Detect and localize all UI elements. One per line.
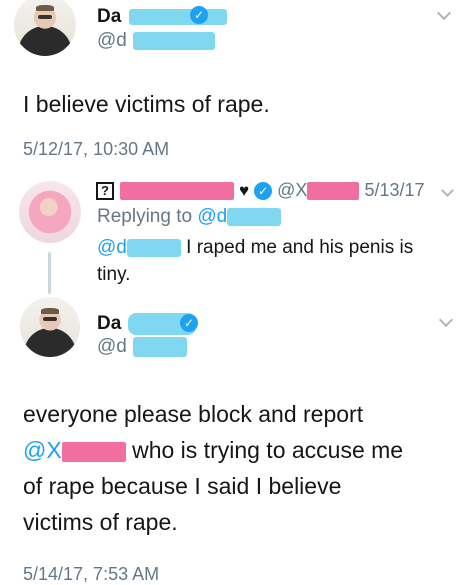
thread-line — [48, 252, 51, 294]
tweet-text-line1: everyone please block and report — [23, 401, 364, 427]
mention-link[interactable]: @X — [23, 437, 62, 463]
reply-text-line2: tiny. — [97, 264, 131, 285]
reply-handle[interactable]: @X — [277, 180, 364, 201]
avatar[interactable] — [19, 181, 81, 243]
user-name-text: Da — [97, 313, 122, 335]
tweet-text: everyone please block and report @X who … — [23, 396, 463, 540]
redaction-blue — [128, 8, 227, 25]
replying-to: Replying to @d — [97, 206, 282, 228]
verified-badge-icon: ✓ — [190, 6, 208, 24]
redaction-pink — [61, 441, 126, 462]
reply-text-line1: I raped me and his penis is — [186, 237, 414, 258]
tweet-text-line4: victims of rape. — [23, 509, 178, 535]
avatar[interactable] — [14, 0, 76, 56]
reply-handle-text: @X — [277, 180, 308, 200]
unknown-glyph-icon: ? — [96, 182, 114, 201]
verified-badge-icon: ✓ — [180, 314, 198, 332]
reply-header: ? ♥ ✓ @X 5/13/17 — [96, 180, 425, 201]
heart-icon: ♥ — [239, 181, 250, 200]
redaction-blue — [133, 336, 188, 357]
redaction-pink — [120, 182, 235, 201]
chevron-down-icon[interactable] — [436, 5, 452, 21]
tweet-timestamp[interactable]: 5/12/17, 10:30 AM — [23, 139, 169, 160]
tweet-text-line3: of rape because I said I believe — [23, 473, 342, 499]
mention-link[interactable]: @d — [97, 237, 127, 258]
redaction-pink — [307, 182, 360, 201]
user-handle[interactable]: @d — [97, 30, 216, 52]
verified-badge-icon: ✓ — [254, 182, 273, 201]
reply-text: @d I raped me and his penis is tiny. — [97, 234, 457, 288]
tweet-text-line2: who is trying to accuse me — [132, 437, 404, 463]
user-name-text: Da — [97, 6, 122, 27]
avatar[interactable] — [20, 297, 80, 357]
redaction-blue — [133, 31, 216, 50]
reply-date[interactable]: 5/13/17 — [364, 180, 424, 200]
replying-to-label: Replying to — [97, 206, 193, 227]
chevron-down-icon[interactable] — [441, 184, 454, 197]
chevron-down-icon[interactable] — [438, 312, 454, 328]
user-handle-text: @d — [97, 30, 127, 51]
tweet-text: I believe victims of rape. — [23, 91, 270, 117]
redaction-blue — [126, 238, 181, 257]
redaction-blue — [227, 207, 282, 226]
replying-to-handle[interactable]: @d — [197, 206, 227, 227]
user-handle-text: @d — [97, 336, 127, 357]
user-handle[interactable]: @d — [97, 336, 188, 358]
